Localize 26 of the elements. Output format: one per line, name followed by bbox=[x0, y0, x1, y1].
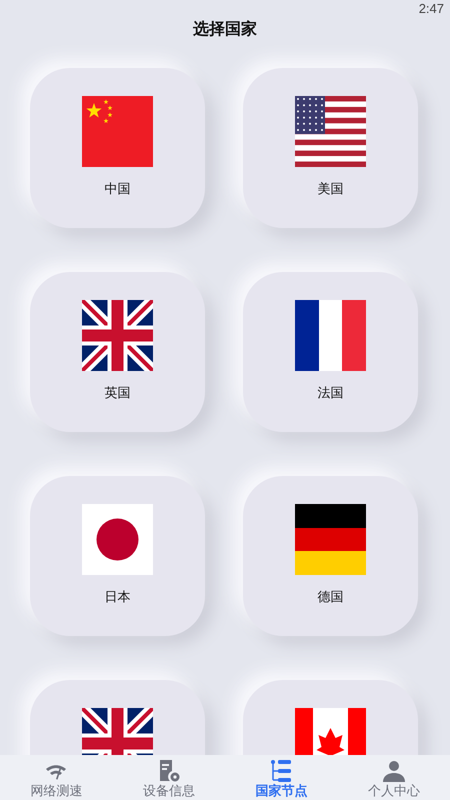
flag-icon bbox=[295, 300, 366, 371]
tree-list-icon bbox=[269, 759, 294, 783]
flag-icon bbox=[295, 504, 366, 575]
flag-icon bbox=[295, 96, 366, 167]
nav-tab[interactable]: 国家节点 bbox=[225, 755, 338, 800]
flag-icon bbox=[82, 96, 153, 167]
country-card[interactable]: 日本 bbox=[30, 476, 205, 636]
country-card[interactable]: 英国 bbox=[30, 272, 205, 432]
country-card[interactable]: 中国 bbox=[30, 68, 205, 228]
country-name: 法国 bbox=[318, 384, 344, 402]
person-icon bbox=[382, 759, 406, 783]
country-card[interactable]: 法国 bbox=[243, 272, 418, 432]
flag-icon bbox=[82, 504, 153, 575]
country-name: 日本 bbox=[104, 588, 130, 606]
nav-tab[interactable]: 个人中心 bbox=[338, 755, 450, 800]
nav-tab[interactable]: 网络测速 bbox=[0, 755, 112, 800]
country-name: 德国 bbox=[318, 588, 344, 606]
nav-tab[interactable]: 设备信息 bbox=[112, 755, 225, 800]
country-name: 美国 bbox=[318, 180, 344, 198]
country-card[interactable]: 美国 bbox=[243, 68, 418, 228]
country-card[interactable]: 德国 bbox=[243, 476, 418, 636]
flag-icon bbox=[82, 300, 153, 371]
country-name: 英国 bbox=[104, 384, 130, 402]
status-time: 2:47 bbox=[418, 0, 444, 18]
country-name: 中国 bbox=[104, 180, 130, 198]
page-title: 选择国家 bbox=[193, 19, 257, 40]
